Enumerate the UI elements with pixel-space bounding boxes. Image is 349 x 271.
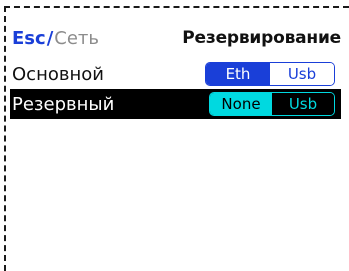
setting-row-backup[interactable]: Резервный None Usb	[10, 89, 341, 119]
option-none[interactable]: None	[210, 93, 272, 115]
option-usb[interactable]: Usb	[270, 63, 334, 85]
page-title: Резервирование	[182, 28, 341, 48]
frame-left-border	[4, 6, 6, 271]
breadcrumb-separator: /	[46, 27, 54, 49]
setting-row-primary[interactable]: Основной Eth Usb	[10, 60, 341, 88]
frame-top-border	[4, 6, 349, 8]
option-usb[interactable]: Usb	[272, 93, 334, 115]
breadcrumb-section-network[interactable]: Сеть	[54, 28, 99, 49]
esc-back-link[interactable]: Esc	[12, 28, 46, 49]
setting-label-primary: Основной	[12, 63, 104, 85]
breadcrumb: Esc / Сеть	[12, 28, 99, 49]
option-eth[interactable]: Eth	[206, 63, 270, 85]
primary-interface-switch[interactable]: Eth Usb	[205, 62, 335, 86]
backup-interface-switch[interactable]: None Usb	[209, 92, 335, 116]
header: Esc / Сеть Резервирование	[12, 24, 341, 52]
setting-label-backup: Резервный	[12, 93, 115, 115]
